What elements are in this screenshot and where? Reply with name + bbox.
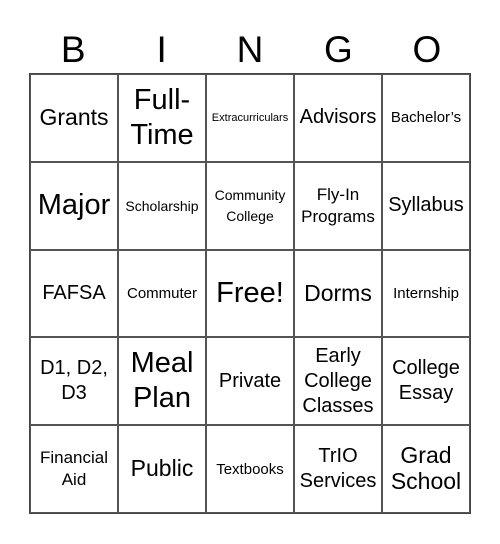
header-letter-g: G [324, 29, 353, 70]
bingo-cell-label: Scholarship [125, 197, 199, 214]
bingo-cell[interactable]: Financial Aid [30, 425, 118, 513]
bingo-cell-label: Syllabus [388, 194, 464, 217]
bingo-cell[interactable]: Community College [206, 161, 294, 250]
bingo-cell-label: Free! [216, 277, 284, 310]
bingo-cell[interactable]: College Essay [382, 337, 470, 426]
bingo-cell-label: D1, D2, D3 [40, 357, 108, 405]
bingo-header: B I N G O [29, 28, 471, 72]
bingo-cell[interactable]: FAFSA [30, 249, 118, 338]
bingo-cell-label: Early College Classes [302, 344, 374, 417]
bingo-cell-label: Private [218, 369, 282, 392]
bingo-cell[interactable]: Full-Time [118, 74, 206, 162]
bingo-cell-label: Fly-In Programs [301, 184, 375, 226]
bingo-cell[interactable]: Grants [30, 74, 118, 162]
header-letter-i: I [156, 29, 167, 70]
bingo-cell-label: Advisors [299, 106, 377, 129]
bingo-cell[interactable]: Internship [382, 249, 470, 338]
header-letter-b: B [60, 29, 86, 70]
bingo-cell-label: Grants [39, 104, 109, 131]
bingo-cell-label: Meal Plan [130, 347, 194, 415]
bingo-cell-label: Full-Time [130, 84, 194, 151]
bingo-cell-label: Grad School [390, 442, 462, 495]
bingo-cell-label: Internship [393, 284, 459, 302]
bingo-cell-label: TrIO Services [299, 445, 377, 493]
bingo-cell[interactable]: Private [206, 337, 294, 426]
bingo-cell[interactable]: Textbooks [206, 425, 294, 513]
header-letter-o: O [412, 29, 442, 70]
bingo-cell[interactable]: Syllabus [382, 161, 470, 250]
bingo-cell[interactable]: Public [118, 425, 206, 513]
bingo-cell-label: Textbooks [216, 460, 284, 478]
bingo-grid: Grants Full-Time Extracurriculars Advisors B… [29, 73, 471, 514]
bingo-cell-label: Community College [214, 187, 286, 224]
bingo-cell-label: Financial Aid [39, 448, 109, 490]
bingo-cell[interactable]: Advisors [294, 74, 382, 162]
bingo-cell[interactable]: Dorms [294, 249, 382, 338]
bingo-cell-label: College Essay [392, 357, 460, 405]
bingo-cell[interactable]: TrIO Services [294, 425, 382, 513]
bingo-cell-label: Major [37, 189, 111, 222]
bingo-cell[interactable]: Fly-In Programs [294, 161, 382, 250]
bingo-cell[interactable]: Early College Classes [294, 337, 382, 426]
bingo-cell[interactable]: Free! [206, 249, 294, 338]
bingo-cell[interactable]: Grad School [382, 425, 470, 513]
bingo-cell-label: Dorms [304, 279, 372, 306]
bingo-cell-label: Public [130, 455, 194, 482]
bingo-cell-label: FAFSA [42, 281, 106, 304]
bingo-cell[interactable]: Bachelor’s [382, 74, 470, 162]
bingo-cell[interactable]: Scholarship [118, 161, 206, 250]
bingo-cell[interactable]: Commuter [118, 249, 206, 338]
bingo-cell-label: Commuter [126, 284, 197, 302]
bingo-cell[interactable]: D1, D2, D3 [30, 337, 118, 426]
bingo-cell[interactable]: Meal Plan [118, 337, 206, 426]
bingo-cell[interactable]: Extracurriculars [206, 74, 294, 162]
bingo-cell-label: Extracurriculars [211, 111, 289, 124]
bingo-cell[interactable]: Major [30, 161, 118, 250]
bingo-cell-label: Bachelor’s [390, 109, 462, 127]
header-letter-n: N [236, 29, 264, 70]
